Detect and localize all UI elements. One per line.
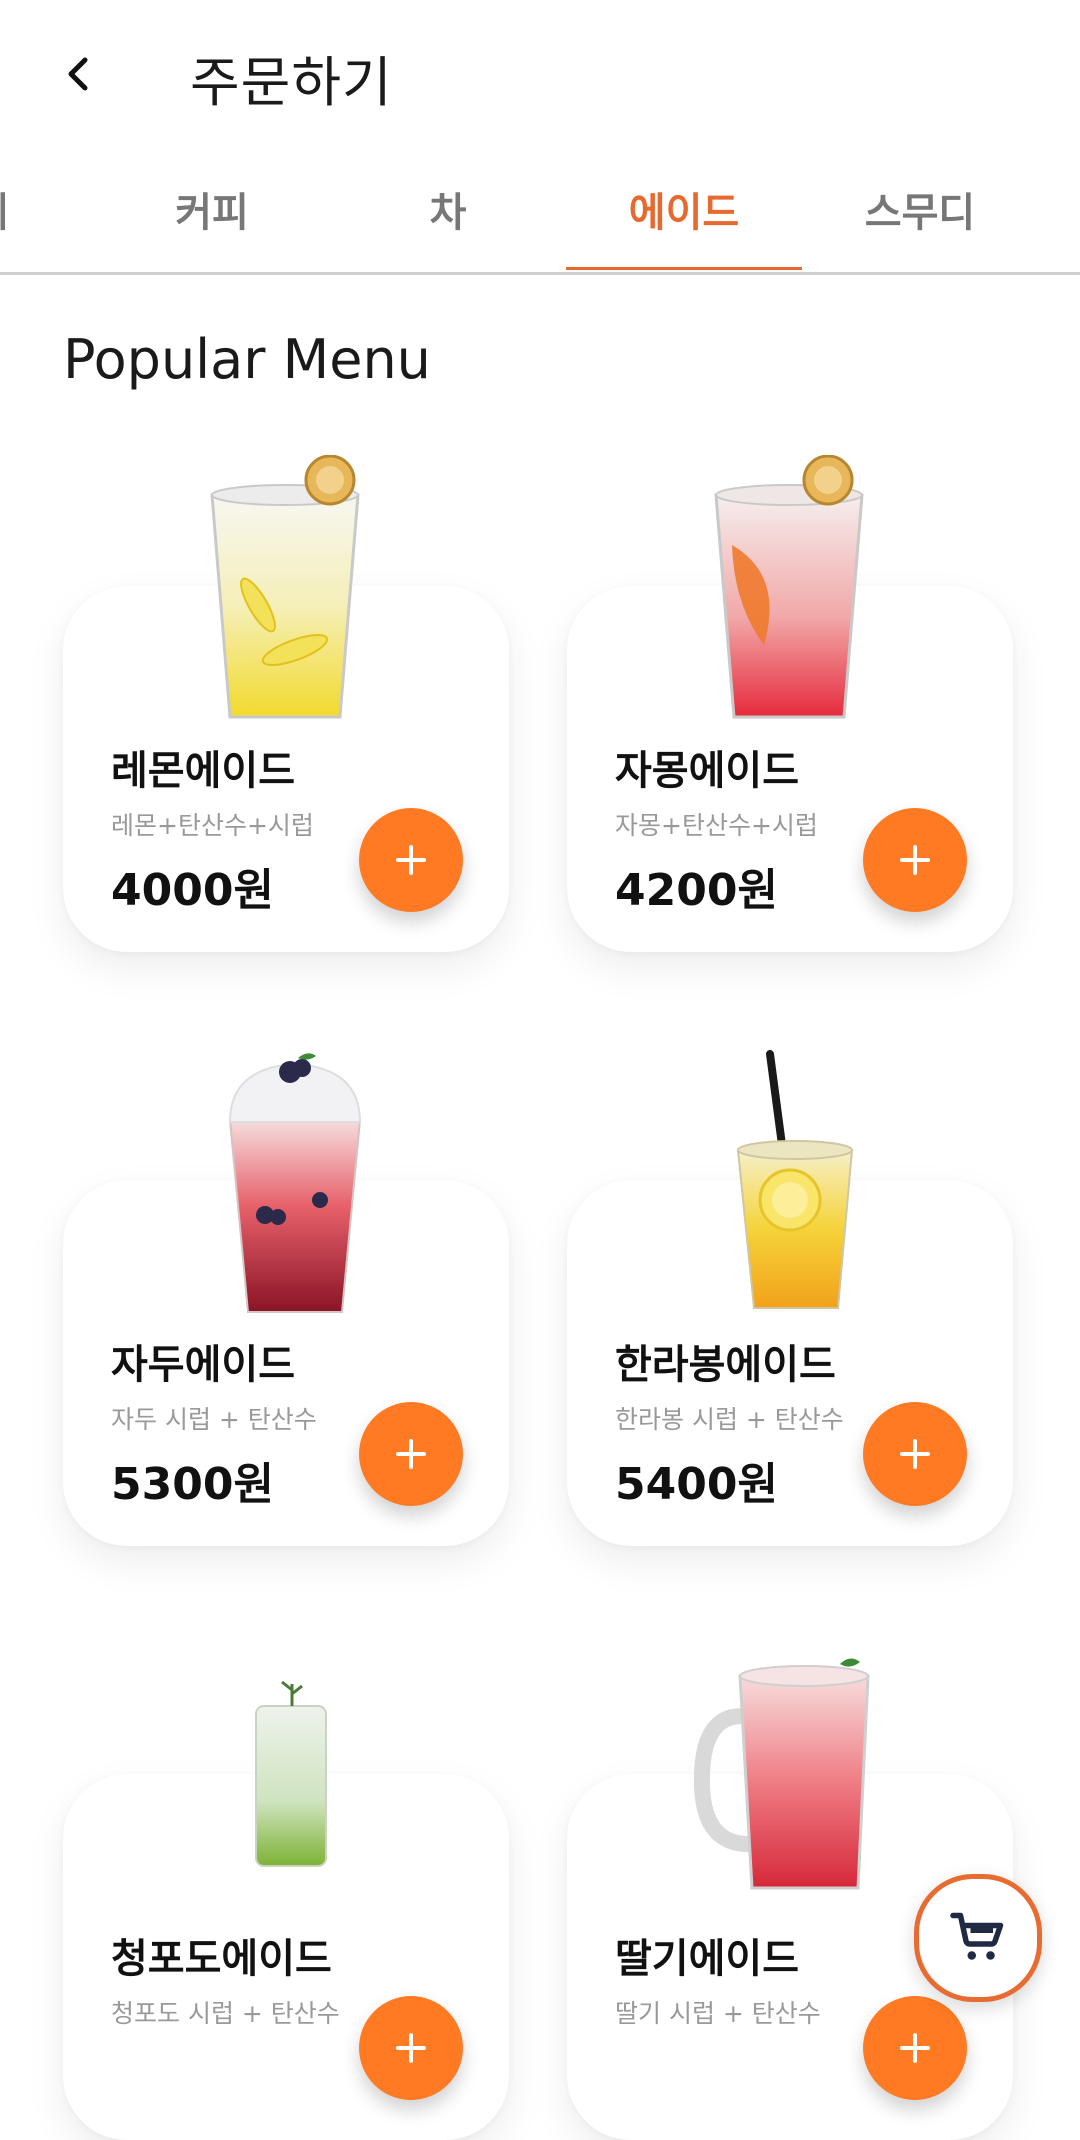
active-tab-indicator: [566, 267, 802, 270]
green-grape-ade-image: [255, 1680, 327, 1867]
menu-item-name: 한라봉에이드: [615, 1342, 836, 1388]
back-button[interactable]: [52, 48, 104, 100]
strawberry-ade-image: [693, 1658, 870, 1890]
chevron-left-icon: [68, 57, 88, 91]
menu-item-price: 5400원: [615, 1459, 778, 1510]
menu-item-desc: 자두 시럽 + 탄산수: [111, 1405, 317, 1434]
add-to-cart-button[interactable]: [359, 1996, 463, 2100]
menu-item-price: 4200원: [615, 865, 778, 916]
add-to-cart-button[interactable]: [359, 1402, 463, 1506]
menu-item-desc: 한라봉 시럽 + 탄산수: [615, 1405, 844, 1434]
add-to-cart-button[interactable]: [359, 808, 463, 912]
category-tabs: 메 커피 차 에이드 스무디: [0, 150, 1080, 275]
tab-partial[interactable]: 메: [0, 180, 20, 238]
app-header: 주문하기: [0, 0, 1080, 150]
tab-smoothie[interactable]: 스무디: [828, 180, 1012, 238]
add-to-cart-button[interactable]: [863, 1402, 967, 1506]
hallabong-ade-image: [736, 1050, 854, 1309]
menu-item-desc: 청포도 시럽 + 탄산수: [111, 1999, 340, 2028]
plum-ade-image: [228, 1053, 362, 1313]
tab-tea[interactable]: 차: [356, 180, 540, 238]
menu-item-name: 레몬에이드: [111, 748, 295, 794]
lemon-ade-image: [210, 455, 360, 719]
tab-ade[interactable]: 에이드: [592, 180, 776, 238]
tab-coffee[interactable]: 커피: [120, 180, 304, 238]
menu-item-desc: 딸기 시럽 + 탄산수: [615, 1999, 821, 2028]
section-title: Popular Menu: [63, 328, 431, 391]
add-to-cart-button[interactable]: [863, 808, 967, 912]
menu-item-desc: 레몬+탄산수+시럽: [111, 811, 314, 840]
menu-item-price: 4000원: [111, 865, 274, 916]
menu-item-name: 자몽에이드: [615, 748, 799, 794]
menu-item-price: 5300원: [111, 1459, 274, 1510]
grapefruit-ade-image: [714, 455, 864, 719]
cart-button[interactable]: [914, 1874, 1042, 2002]
menu-item-name: 딸기에이드: [615, 1936, 799, 1982]
menu-item-desc: 자몽+탄산수+시럽: [615, 811, 818, 840]
menu-item-name: 청포도에이드: [111, 1936, 332, 1982]
cart-icon: [950, 1912, 1004, 1960]
add-to-cart-button[interactable]: [863, 1996, 967, 2100]
page-title: 주문하기: [190, 51, 393, 114]
menu-item-name: 자두에이드: [111, 1342, 295, 1388]
